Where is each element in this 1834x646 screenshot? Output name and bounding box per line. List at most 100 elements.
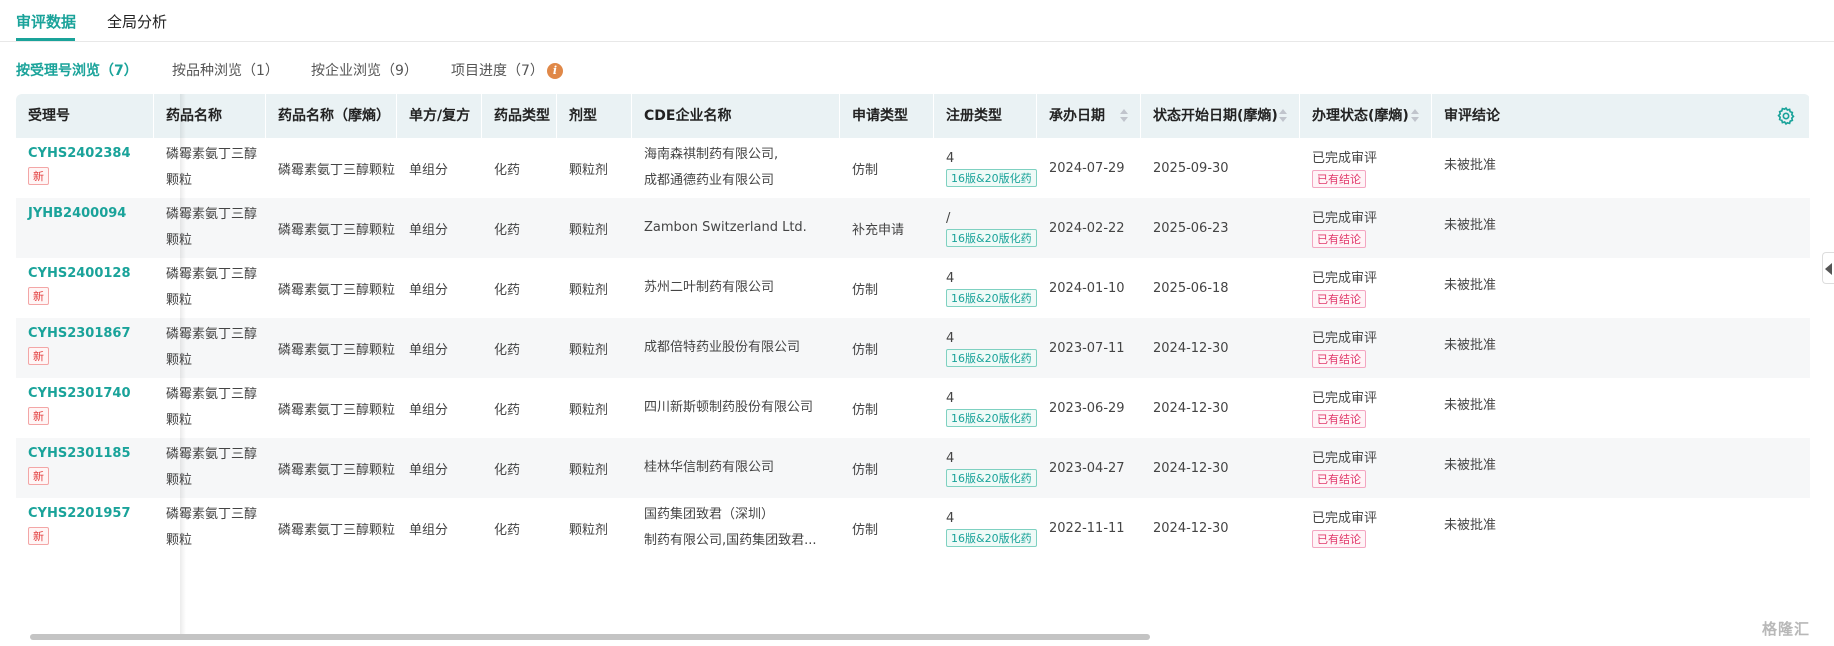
application-type-cell: 仿制 [840, 138, 934, 198]
info-icon[interactable]: i [546, 63, 563, 79]
table-row[interactable]: CYHS2301867 新磷霉素氨丁三醇 颗粒 磷霉素氨丁三醇颗粒 单组分 化药 颗粒剂 成都… [16, 318, 1810, 378]
new-badge: 新 [28, 347, 49, 365]
company-name-line: 国药集团致君（深圳） [644, 507, 775, 522]
company-name-line: 成都倍特药业股份有限公司 [644, 340, 801, 355]
status-tag: 已有结论 [1312, 470, 1366, 488]
drug-name-ms: 磷霉素氨丁三醇颗粒 [278, 522, 396, 538]
sort-icon[interactable] [1411, 108, 1419, 124]
drug-name-ms-cell: 磷霉素氨丁三醇颗粒 [266, 378, 397, 438]
composition: 单组分 [409, 462, 449, 478]
accept-date: 2024-07-29 [1049, 160, 1125, 176]
collapse-panel-arrow-icon[interactable] [1822, 252, 1834, 284]
acceptance-number-link[interactable]: CYHS2400128 [28, 266, 154, 281]
acceptance-number-link[interactable]: CYHS2201957 [28, 506, 154, 521]
composition-cell: 单组分 [397, 138, 482, 198]
col-status-header[interactable]: 办理状态(摩熵) [1300, 94, 1432, 138]
gear-icon[interactable] [1776, 106, 1796, 126]
review-table: 受理号 药品名称 药品名称（摩熵） 单方/复方 药品类型 剂型 CDE企业名称 申请类型 注册类… [16, 94, 1810, 634]
subtab-by-variety[interactable]: 按品种浏览（1） [172, 60, 279, 80]
company-name-line: 成都通德药业有限公司 [644, 173, 775, 188]
dosage-form-cell: 颗粒剂 [557, 318, 632, 378]
dosage-form: 颗粒剂 [569, 402, 609, 418]
status-tag: 已有结论 [1312, 230, 1366, 248]
table-row[interactable]: CYHS2201957 新磷霉素氨丁三醇 颗粒 磷霉素氨丁三醇颗粒 单组分 化药 颗粒剂 国药… [16, 498, 1810, 558]
table-row[interactable]: CYHS2400128 新磷霉素氨丁三醇 颗粒 磷霉素氨丁三醇颗粒 单组分 化药 颗粒剂 苏州… [16, 258, 1810, 318]
review-conclusion: 未被批准 [1444, 218, 1497, 233]
application-type-cell: 仿制 [840, 498, 934, 558]
tab-review-data[interactable]: 审评数据 [16, 11, 76, 32]
registration-type-cell: 4 16版&20版化药 [934, 258, 1037, 318]
composition: 单组分 [409, 402, 449, 418]
col-cde-company-header-label: CDE企业名称 [644, 108, 732, 124]
sort-icon[interactable] [1279, 108, 1287, 124]
acceptance-number-link[interactable]: CYHS2301185 [28, 446, 154, 461]
subtab-by-company[interactable]: 按企业浏览（9） [311, 60, 418, 80]
col-review-conclusion-header-label: 审评结论 [1444, 108, 1500, 124]
review-conclusion: 未被批准 [1444, 398, 1497, 413]
horizontal-scrollbar[interactable] [30, 634, 1150, 640]
application-type-cell: 仿制 [840, 438, 934, 498]
registration-tag: 16版&20版化药 [946, 289, 1037, 307]
status-cell: 已完成审评 已有结论 [1300, 138, 1432, 198]
accept-date: 2023-06-29 [1049, 400, 1125, 416]
accept-date-cell: 2022-11-11 [1037, 498, 1141, 558]
review-conclusion: 未被批准 [1444, 458, 1497, 473]
drug-name-ms-cell: 磷霉素氨丁三醇颗粒 [266, 438, 397, 498]
application-type: 仿制 [852, 462, 879, 478]
acceptance-number-link[interactable]: CYHS2301867 [28, 326, 154, 341]
tab-global-analysis[interactable]: 全局分析 [107, 11, 167, 32]
top-tab-bar: 审评数据 全局分析 [0, 0, 1834, 42]
company-cell: Zambon Switzerland Ltd. [632, 198, 840, 258]
dosage-form: 颗粒剂 [569, 222, 609, 238]
table-row[interactable]: CYHS2301740 新磷霉素氨丁三醇 颗粒 磷霉素氨丁三醇颗粒 单组分 化药 颗粒剂 四川… [16, 378, 1810, 438]
drug-type: 化药 [494, 462, 521, 478]
accept-date-cell: 2023-04-27 [1037, 438, 1141, 498]
col-acceptance-number-header: 受理号 [16, 94, 154, 138]
review-conclusion: 未被批准 [1444, 158, 1497, 173]
drug-name-cell: 磷霉素氨丁三醇 颗粒 [154, 378, 266, 438]
drug-type-cell: 化药 [482, 378, 557, 438]
status-text: 已完成审评 [1312, 511, 1378, 526]
col-composition-header-label: 单方/复方 [409, 108, 471, 124]
watermark-logo: 格隆汇 [1761, 620, 1810, 638]
table-row[interactable]: CYHS2301185 新磷霉素氨丁三醇 颗粒 磷霉素氨丁三醇颗粒 单组分 化药 颗粒剂 桂林… [16, 438, 1810, 498]
registration-tag: 16版&20版化药 [946, 229, 1037, 247]
status-text: 已完成审评 [1312, 451, 1378, 466]
acceptance-number-link[interactable]: CYHS2301740 [28, 386, 154, 401]
col-accept-date-header[interactable]: 承办日期 [1037, 94, 1141, 138]
acceptance-number-link[interactable]: CYHS2402384 [28, 146, 154, 161]
dosage-form: 颗粒剂 [569, 462, 609, 478]
new-badge: 新 [28, 167, 49, 185]
registration-type-cell: 4 16版&20版化药 [934, 318, 1037, 378]
status-start-date-cell: 2025-06-18 [1141, 258, 1300, 318]
composition: 单组分 [409, 342, 449, 358]
col-registration-type-header-label: 注册类型 [946, 108, 1002, 124]
application-type: 仿制 [852, 402, 879, 418]
status-start-date: 2025-06-23 [1153, 220, 1229, 236]
col-dosage-form-header: 剂型 [557, 94, 632, 138]
table-row[interactable]: CYHS2402384 新磷霉素氨丁三醇 颗粒 磷霉素氨丁三醇颗粒 单组分 化药 颗粒剂 海南… [16, 138, 1810, 198]
active-tab-indicator [16, 38, 75, 41]
drug-type-cell: 化药 [482, 258, 557, 318]
acceptance-number-cell: CYHS2400128 新 [16, 258, 154, 318]
sort-icon[interactable] [1120, 108, 1128, 124]
registration-number: 4 [946, 391, 955, 406]
col-composition-header: 单方/复方 [397, 94, 482, 138]
dosage-form-cell: 颗粒剂 [557, 198, 632, 258]
col-status-header-label: 办理状态(摩熵) [1312, 108, 1409, 124]
col-status-start-date-header[interactable]: 状态开始日期(摩熵) [1141, 94, 1300, 138]
status-start-date-cell: 2025-09-30 [1141, 138, 1300, 198]
composition-cell: 单组分 [397, 198, 482, 258]
subtab-project-progress[interactable]: 项目进度（7） i [451, 60, 563, 80]
status-cell: 已完成审评 已有结论 [1300, 498, 1432, 558]
dosage-form-cell: 颗粒剂 [557, 138, 632, 198]
status-start-date-cell: 2024-12-30 [1141, 438, 1300, 498]
composition-cell: 单组分 [397, 498, 482, 558]
acceptance-number-link[interactable]: JYHB2400094 [28, 206, 154, 221]
subtab-by-acceptance-number[interactable]: 按受理号浏览（7） [16, 60, 138, 80]
table-row[interactable]: JYHB2400094 磷霉素氨丁三醇 颗粒 磷霉素氨丁三醇颗粒 单组分 化药 颗粒剂 Zam… [16, 198, 1810, 258]
col-drug-name-ms-header: 药品名称（摩熵） [266, 94, 397, 138]
application-type: 补充申请 [852, 222, 905, 238]
col-cde-company-header: CDE企业名称 [632, 94, 840, 138]
drug-name-ms-cell: 磷霉素氨丁三醇颗粒 [266, 258, 397, 318]
